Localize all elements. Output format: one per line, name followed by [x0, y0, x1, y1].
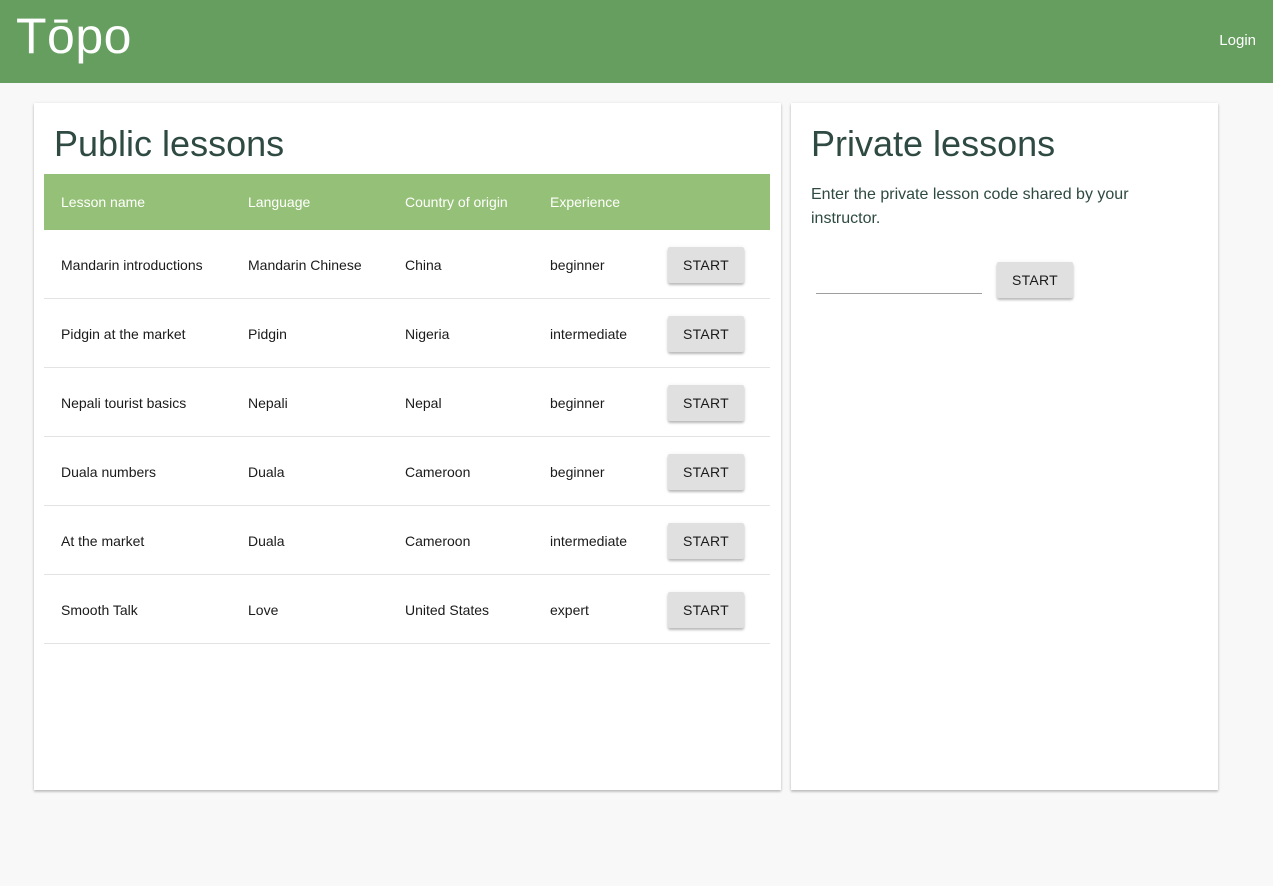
country-cell: China: [405, 257, 442, 273]
lessons-table: Lesson name Language Country of origin E…: [44, 174, 770, 644]
start-lesson-button[interactable]: START: [668, 592, 744, 628]
experience-cell: expert: [550, 602, 589, 618]
top-app-bar: Tōpo Login: [0, 0, 1273, 83]
private-lesson-code-input[interactable]: [816, 268, 982, 294]
start-lesson-button[interactable]: START: [668, 523, 744, 559]
lesson-name-cell: Mandarin introductions: [61, 257, 203, 273]
experience-cell: intermediate: [550, 533, 628, 549]
language-cell: Duala: [248, 533, 285, 549]
country-cell: Cameroon: [405, 464, 471, 480]
private-start-button[interactable]: START: [997, 262, 1073, 298]
experience-cell: beginner: [550, 464, 605, 480]
column-header-experience: Experience: [550, 194, 621, 210]
experience-cell: intermediate: [550, 326, 628, 342]
table-row: Smooth Talk Love United States expert START: [44, 575, 770, 644]
table-row: Nepali tourist basics Nepali Nepal beginner…: [44, 368, 770, 437]
table-row: Pidgin at the market Pidgin Nigeria interme…: [44, 299, 770, 368]
country-cell: Nigeria: [405, 326, 450, 342]
language-cell: Mandarin Chinese: [248, 257, 362, 273]
private-lessons-title: Private lessons: [811, 123, 1056, 164]
country-cell: Cameroon: [405, 533, 471, 549]
lesson-name-cell: Smooth Talk: [61, 602, 138, 618]
column-header-country: Country of origin: [405, 194, 508, 210]
lesson-name-cell: Duala numbers: [61, 464, 156, 480]
country-cell: United States: [405, 602, 490, 618]
language-cell: Duala: [248, 464, 285, 480]
login-link[interactable]: Login: [1219, 32, 1256, 49]
public-lessons-card: Public lessons Lesson name Language Coun…: [34, 103, 781, 790]
experience-cell: beginner: [550, 257, 605, 273]
start-lesson-button[interactable]: START: [668, 385, 744, 421]
private-lessons-description: Enter the private lesson code shared by …: [811, 186, 1129, 227]
language-cell: Pidgin: [248, 326, 287, 342]
start-lesson-button[interactable]: START: [668, 454, 744, 490]
start-lesson-button[interactable]: START: [668, 247, 744, 283]
app-logo[interactable]: Tōpo: [16, 6, 132, 66]
lesson-name-cell: Nepali tourist basics: [61, 395, 187, 411]
table-row: Mandarin introductions Mandarin Chinese Ch…: [44, 230, 770, 299]
language-cell: Love: [248, 602, 279, 618]
language-cell: Nepali: [248, 395, 288, 411]
country-cell: Nepal: [405, 395, 442, 411]
table-header: Lesson name Language Country of origin E…: [44, 174, 770, 230]
table-row: At the market Duala Cameroon intermediate ST…: [44, 506, 770, 575]
experience-cell: beginner: [550, 395, 605, 411]
table-body: Mandarin introductions Mandarin Chinese Ch…: [44, 230, 770, 644]
column-header-lesson-name: Lesson name: [61, 194, 146, 210]
start-lesson-button[interactable]: START: [668, 316, 744, 352]
lesson-name-cell: Pidgin at the market: [61, 326, 186, 342]
lesson-name-cell: At the market: [61, 533, 145, 549]
table-row: Duala numbers Duala Cameroon beginner START: [44, 437, 770, 506]
public-lessons-title: Public lessons: [54, 123, 285, 164]
private-lessons-card: Private lessons Enter the private lesson…: [791, 103, 1218, 790]
column-header-language: Language: [248, 194, 311, 210]
